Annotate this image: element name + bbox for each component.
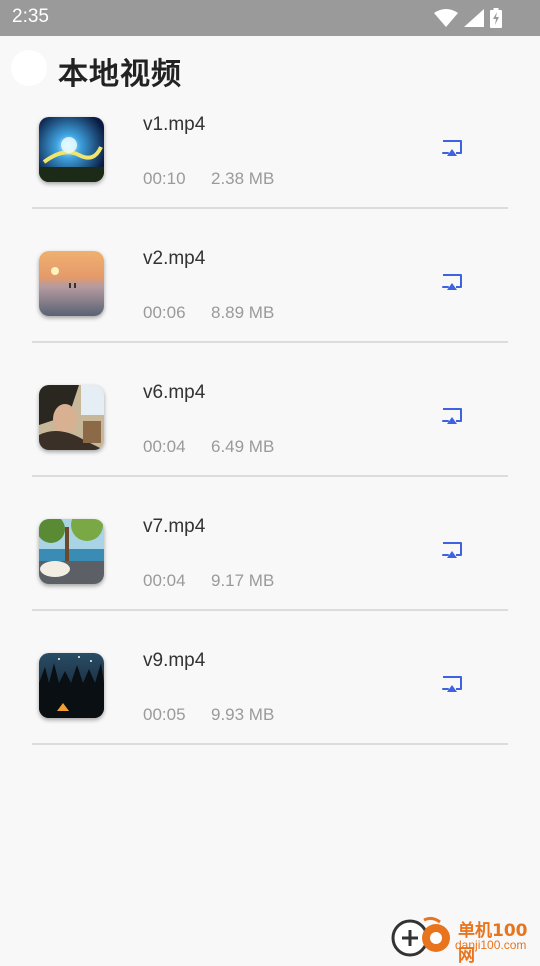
video-item[interactable]: v2.mp4 00:06 8.89 MB xyxy=(0,238,540,372)
battery-charging-icon xyxy=(490,8,502,28)
app-bar: 本地视频 xyxy=(0,36,540,104)
video-size: 6.49 MB xyxy=(211,437,275,456)
status-bar: 2:35 xyxy=(0,0,540,36)
status-icons xyxy=(434,8,502,28)
wifi-icon xyxy=(434,9,458,27)
video-name: v6.mp4 xyxy=(143,382,206,403)
watermark: 单机100网 danji100.com xyxy=(388,912,540,966)
back-button[interactable] xyxy=(11,50,47,86)
watermark-logo-icon xyxy=(388,914,456,962)
divider xyxy=(32,743,508,745)
page-title: 本地视频 xyxy=(58,57,182,92)
video-thumbnail xyxy=(39,519,104,584)
video-duration: 00:04 xyxy=(143,571,186,590)
cast-icon[interactable] xyxy=(442,542,462,560)
video-item[interactable]: v1.mp4 00:10 2.38 MB xyxy=(0,104,540,238)
cast-icon[interactable] xyxy=(442,274,462,292)
divider xyxy=(32,207,508,209)
video-duration: 00:04 xyxy=(143,437,186,456)
video-size: 9.17 MB xyxy=(211,571,275,590)
cellular-signal-icon xyxy=(464,9,484,27)
video-item[interactable]: v9.mp4 00:05 9.93 MB xyxy=(0,640,540,774)
divider xyxy=(32,475,508,477)
video-duration: 00:06 xyxy=(143,303,186,322)
video-thumbnail xyxy=(39,653,104,718)
video-thumbnail xyxy=(39,117,104,182)
video-name: v1.mp4 xyxy=(143,114,206,135)
cast-icon[interactable] xyxy=(442,140,462,158)
video-item[interactable]: v6.mp4 00:04 6.49 MB xyxy=(0,372,540,506)
video-item[interactable]: v7.mp4 00:04 9.17 MB xyxy=(0,506,540,640)
divider xyxy=(32,341,508,343)
video-duration: 00:05 xyxy=(143,705,186,724)
divider xyxy=(32,609,508,611)
video-thumbnail xyxy=(39,251,104,316)
cast-icon[interactable] xyxy=(442,676,462,694)
watermark-url: danji100.com xyxy=(455,938,527,952)
video-size: 9.93 MB xyxy=(211,705,275,724)
status-time: 2:35 xyxy=(12,6,49,27)
video-duration: 00:10 xyxy=(143,169,186,188)
video-name: v7.mp4 xyxy=(143,516,206,537)
video-size: 8.89 MB xyxy=(211,303,275,322)
video-size: 2.38 MB xyxy=(211,169,275,188)
video-name: v2.mp4 xyxy=(143,248,206,269)
cast-icon[interactable] xyxy=(442,408,462,426)
video-thumbnail xyxy=(39,385,104,450)
video-name: v9.mp4 xyxy=(143,650,206,671)
